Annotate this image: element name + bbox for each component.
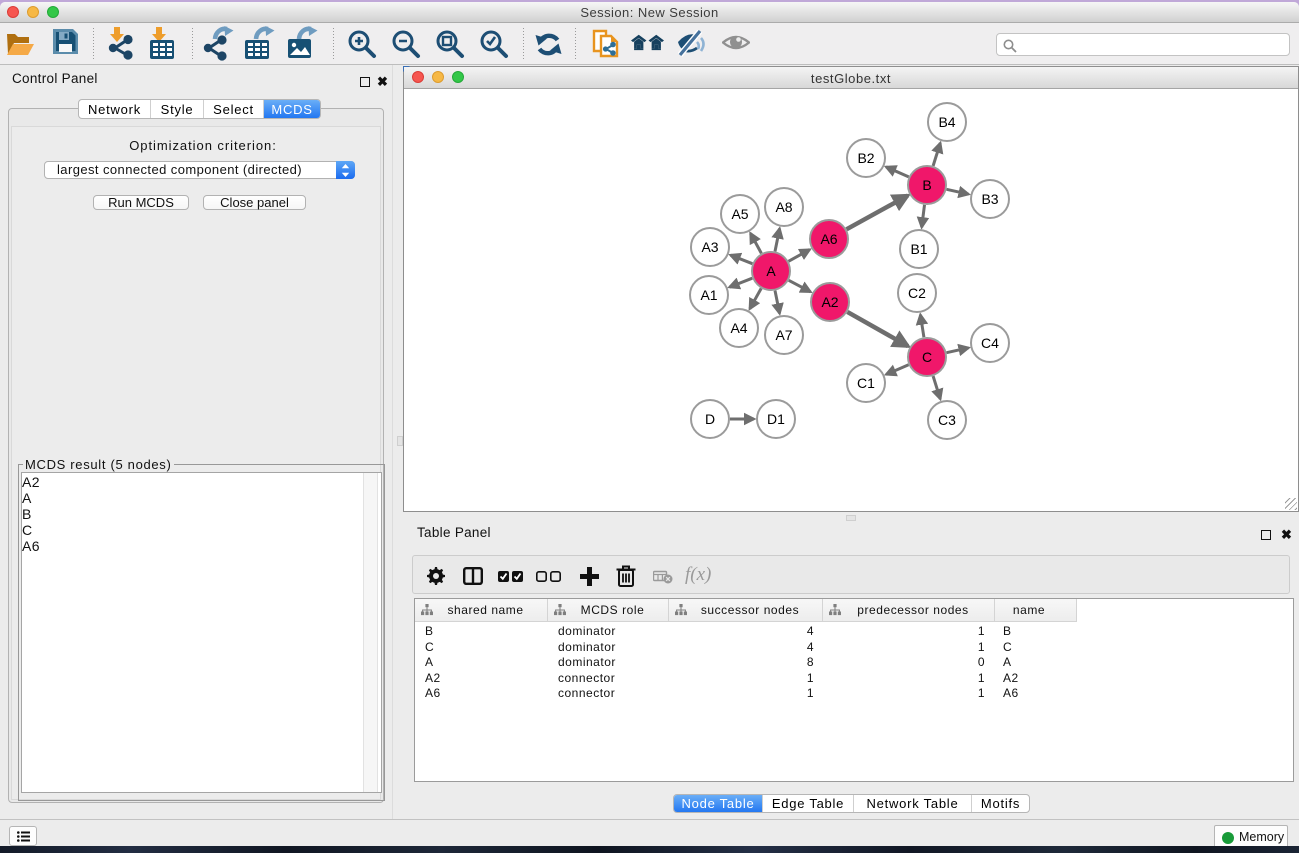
svg-text:C3: C3	[938, 412, 956, 428]
svg-text:A8: A8	[775, 199, 792, 215]
svg-text:A5: A5	[731, 206, 748, 222]
svg-text:A: A	[766, 263, 776, 279]
svg-text:D1: D1	[767, 411, 785, 427]
svg-text:B2: B2	[857, 150, 874, 166]
svg-text:C: C	[922, 349, 932, 365]
svg-text:A2: A2	[821, 294, 838, 310]
svg-text:f(x): f(x)	[685, 565, 711, 585]
svg-text:A1: A1	[700, 287, 717, 303]
svg-text:C2: C2	[908, 285, 926, 301]
svg-text:C1: C1	[857, 375, 875, 391]
svg-text:B1: B1	[910, 241, 927, 257]
svg-text:A3: A3	[701, 239, 718, 255]
svg-text:A4: A4	[730, 320, 747, 336]
svg-text:D: D	[705, 411, 715, 427]
svg-text:A7: A7	[775, 327, 792, 343]
svg-text:B4: B4	[938, 114, 955, 130]
svg-text:C4: C4	[981, 335, 999, 351]
svg-text:A6: A6	[820, 231, 837, 247]
svg-text:B: B	[922, 177, 931, 193]
svg-text:B3: B3	[981, 191, 998, 207]
